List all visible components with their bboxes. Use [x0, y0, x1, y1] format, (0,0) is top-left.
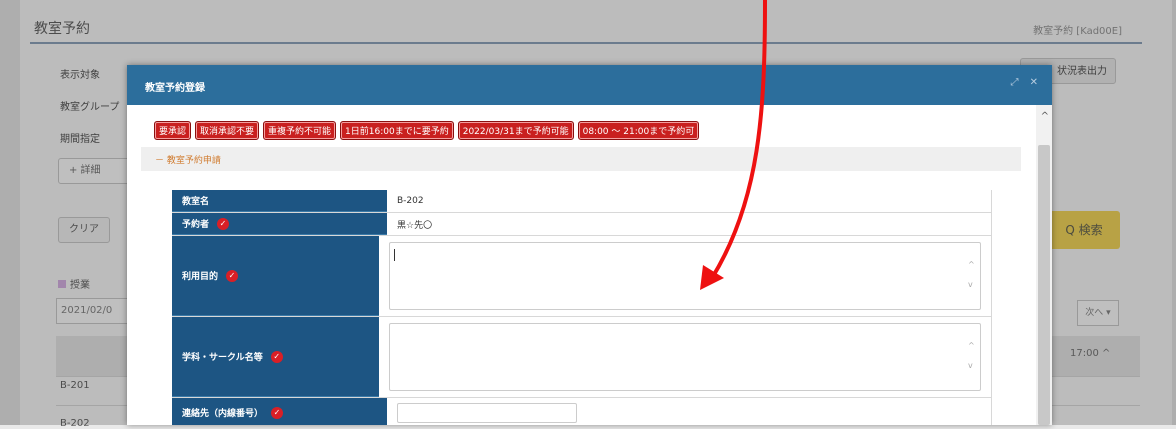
section-label: － 教室予約申請 — [155, 156, 221, 166]
purpose-label: 利用目的 — [182, 272, 219, 282]
scroll-up-icon[interactable]: ^ — [1041, 111, 1049, 122]
modal-header: 教室予約登録 ⤢ ✕ — [127, 65, 1052, 105]
condition-badges: 要承認 取消承認不要 重複予約不可能 1日前16:00までに要予約 2022/03/31… — [154, 121, 703, 140]
badge-cancel: 取消承認不要 — [195, 121, 260, 140]
contact-label-cell: 連絡先（内線番号） ✓ — [172, 398, 387, 425]
contact-input[interactable] — [397, 403, 577, 423]
circle-cell: ^ v — [379, 317, 992, 397]
textarea-scroll-icon[interactable]: ^ v — [968, 336, 976, 376]
room-label: 教室名 — [172, 190, 387, 212]
reserver-label: 予約者 — [182, 220, 210, 230]
room-value: B-202 — [387, 190, 992, 212]
contact-cell — [387, 398, 992, 425]
badge-approval: 要承認 — [154, 121, 192, 140]
required-check-icon: ✓ — [270, 350, 283, 363]
reserver-label-cell: 予約者 ✓ — [172, 213, 387, 235]
circle-label-cell: 学科・サークル名等 ✓ — [172, 317, 379, 397]
badge-available-until: 2022/03/31まで予約可能 — [457, 121, 574, 140]
purpose-label-cell: 利用目的 ✓ — [172, 236, 379, 316]
textarea-scroll-icon[interactable]: ^ v — [968, 255, 976, 295]
reservation-form: 教室名 B-202 予約者 ✓ 黒☆先〇 利用目的 ✓ ^ v 学科・サークル名等 ✓ … — [172, 190, 992, 425]
required-check-icon: ✓ — [271, 406, 284, 419]
required-check-icon: ✓ — [217, 217, 230, 230]
form-row-circle: 学科・サークル名等 ✓ ^ v — [172, 317, 992, 398]
form-row-room: 教室名 B-202 — [172, 190, 992, 213]
form-row-purpose: 利用目的 ✓ ^ v — [172, 236, 992, 317]
reservation-modal: 教室予約登録 ⤢ ✕ 要承認 取消承認不要 重複予約不可能 1日前16:00までに要予… — [127, 65, 1052, 425]
form-row-reserver: 予約者 ✓ 黒☆先〇 — [172, 213, 992, 236]
circle-label: 学科・サークル名等 — [182, 353, 263, 363]
circle-textarea[interactable]: ^ v — [389, 323, 981, 391]
section-header[interactable]: － 教室予約申請 — [141, 147, 1021, 171]
badge-deadline: 1日前16:00までに要予約 — [340, 121, 454, 140]
reserver-value: 黒☆先〇 — [387, 213, 992, 235]
contact-label: 連絡先（内線番号） — [182, 409, 264, 419]
modal-controls[interactable]: ⤢ ✕ — [1010, 77, 1042, 88]
modal-title: 教室予約登録 — [145, 83, 205, 94]
scrollbar-thumb[interactable] — [1038, 145, 1050, 425]
purpose-textarea[interactable]: ^ v — [389, 242, 981, 310]
badge-hours: 08:00 ～ 21:00まで予約可 — [577, 121, 700, 140]
required-check-icon: ✓ — [226, 269, 239, 282]
text-caret — [394, 249, 395, 261]
purpose-cell: ^ v — [379, 236, 992, 316]
badge-duplicate: 重複予約不可能 — [263, 121, 337, 140]
form-row-contact: 連絡先（内線番号） ✓ — [172, 398, 992, 425]
